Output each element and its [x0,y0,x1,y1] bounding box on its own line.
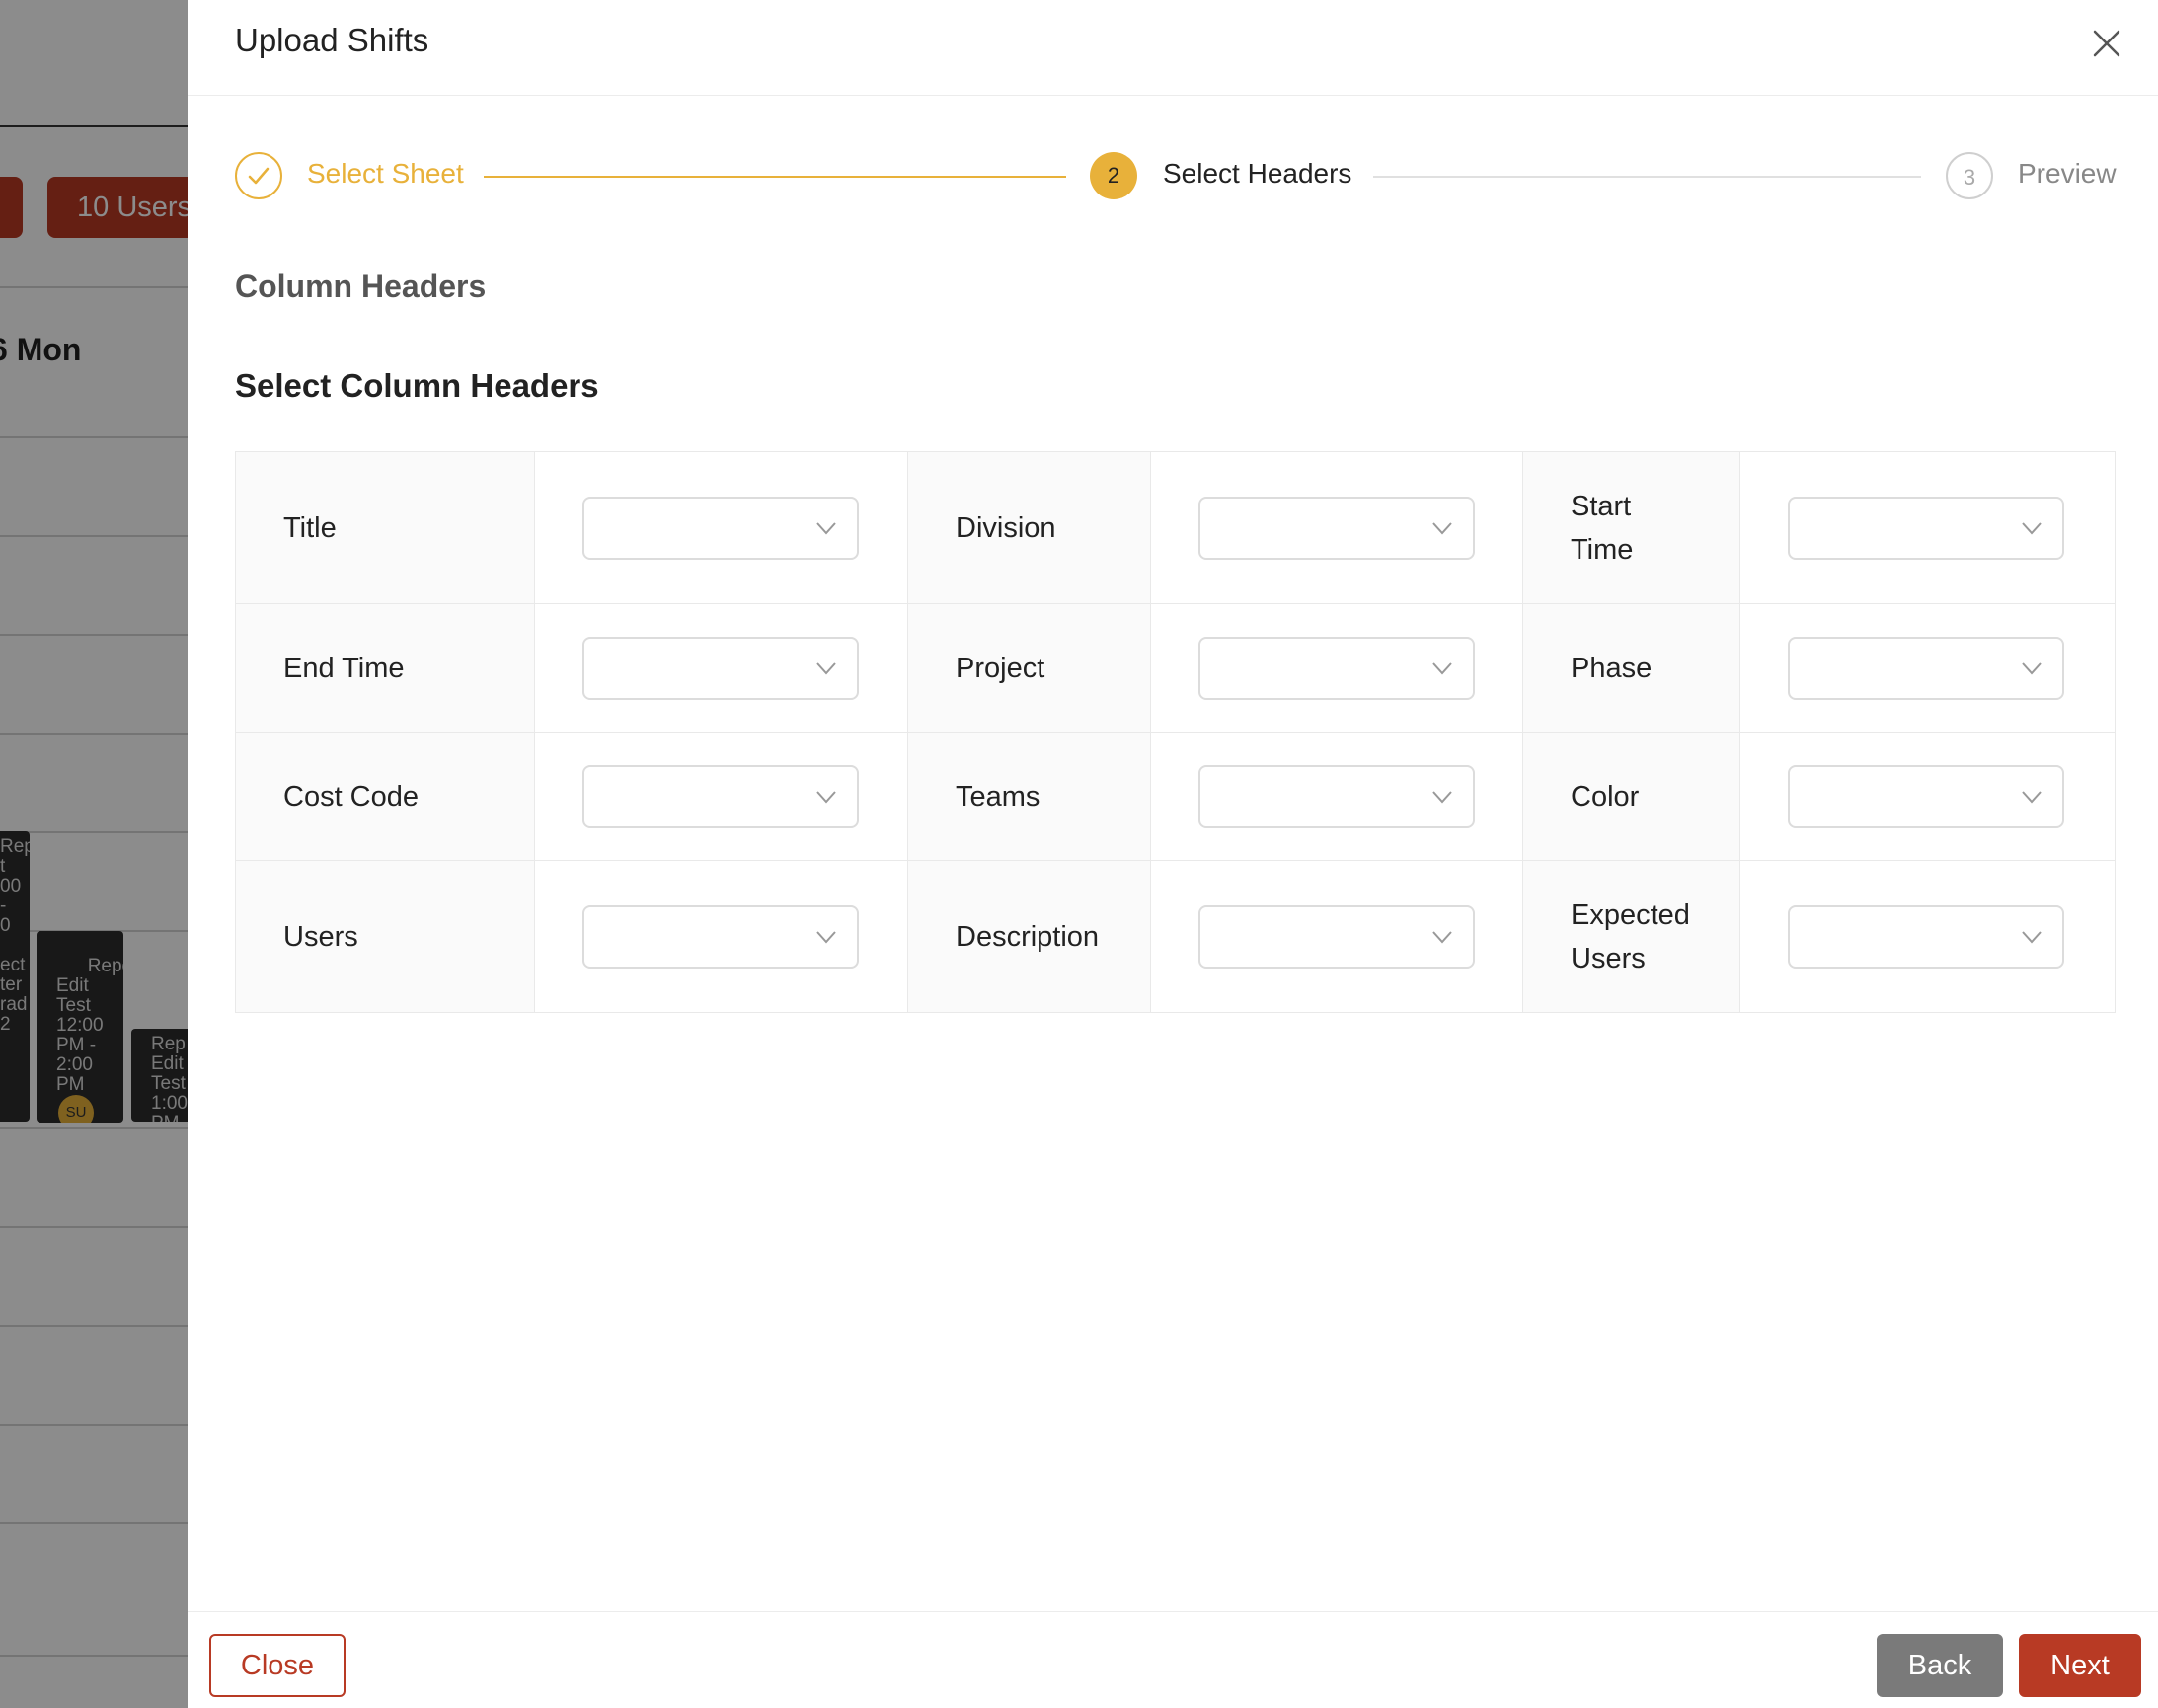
description-select[interactable] [1198,904,1475,969]
table-row: Title Division Start Time [235,451,2116,604]
step-preview: 3 [1946,152,1993,199]
field-label: Description [907,860,1151,1013]
chevron-down-icon [816,930,836,943]
end-time-select[interactable] [582,636,859,700]
field-label: Teams [907,732,1151,861]
chevron-down-icon [816,521,836,534]
chevron-down-icon [2022,521,2042,534]
chevron-down-icon [2022,661,2042,674]
project-select[interactable] [1198,636,1475,700]
step-label: Select Sheet [307,158,464,189]
background-schedule-page: 10 Users 6 Mon Repeat t 00 - 0 ect ter r… [0,0,188,1708]
chevron-down-icon [2022,930,2042,943]
sub-title: Select Column Headers [235,367,599,404]
field-label: Users [235,860,535,1013]
chevron-down-icon [816,661,836,674]
field-label: End Time [235,603,535,733]
back-button[interactable]: Back [1877,1634,2003,1697]
field-label: Start Time [1522,451,1740,604]
check-icon [248,167,270,185]
users-select[interactable] [582,904,859,969]
modal-header: Upload Shifts [188,0,2158,96]
step-connector [484,176,1066,178]
color-select[interactable] [1788,764,2064,828]
start-time-select[interactable] [1788,496,2064,560]
close-button[interactable]: Close [209,1634,346,1697]
cost-code-select[interactable] [582,764,859,828]
chevron-down-icon [2022,790,2042,803]
app-root: 10 Users 6 Mon Repeat t 00 - 0 ect ter r… [0,0,2158,1708]
chevron-down-icon [816,790,836,803]
modal-footer: Close Back Next [188,1611,2158,1708]
chevron-down-icon [1432,521,1452,534]
table-row: Users Description Expected Users [235,860,2116,1013]
chevron-down-icon [1432,930,1452,943]
step-label: Select Headers [1163,158,1352,189]
chevron-down-icon [1432,790,1452,803]
table-row: End Time Project Phase [235,603,2116,733]
chevron-down-icon [1432,661,1452,674]
field-label: Title [235,451,535,604]
modal-title: Upload Shifts [235,22,429,58]
step-select-sheet[interactable] [235,152,282,199]
step-connector [1373,176,1921,178]
title-select[interactable] [582,496,859,560]
column-headers-table: Title Division Start Time End Time Proje… [235,451,2116,1013]
expected-users-select[interactable] [1788,904,2064,969]
step-label: Preview [2018,158,2117,189]
close-icon[interactable] [2089,26,2124,61]
teams-select[interactable] [1198,764,1475,828]
step-select-headers: 2 [1090,152,1137,199]
next-button[interactable]: Next [2019,1634,2141,1697]
division-select[interactable] [1198,496,1475,560]
modal-backdrop[interactable] [0,0,188,1708]
field-label: Division [907,451,1151,604]
upload-shifts-modal: Upload Shifts Select Sheet 2 Select Head… [188,0,2158,1708]
field-label: Cost Code [235,732,535,861]
field-label: Phase [1522,603,1740,733]
phase-select[interactable] [1788,636,2064,700]
field-label: Expected Users [1522,860,1740,1013]
section-title: Column Headers [235,269,487,304]
field-label: Project [907,603,1151,733]
stepper: Select Sheet 2 Select Headers 3 Preview [235,150,2120,201]
field-label: Color [1522,732,1740,861]
table-row: Cost Code Teams Color [235,732,2116,861]
